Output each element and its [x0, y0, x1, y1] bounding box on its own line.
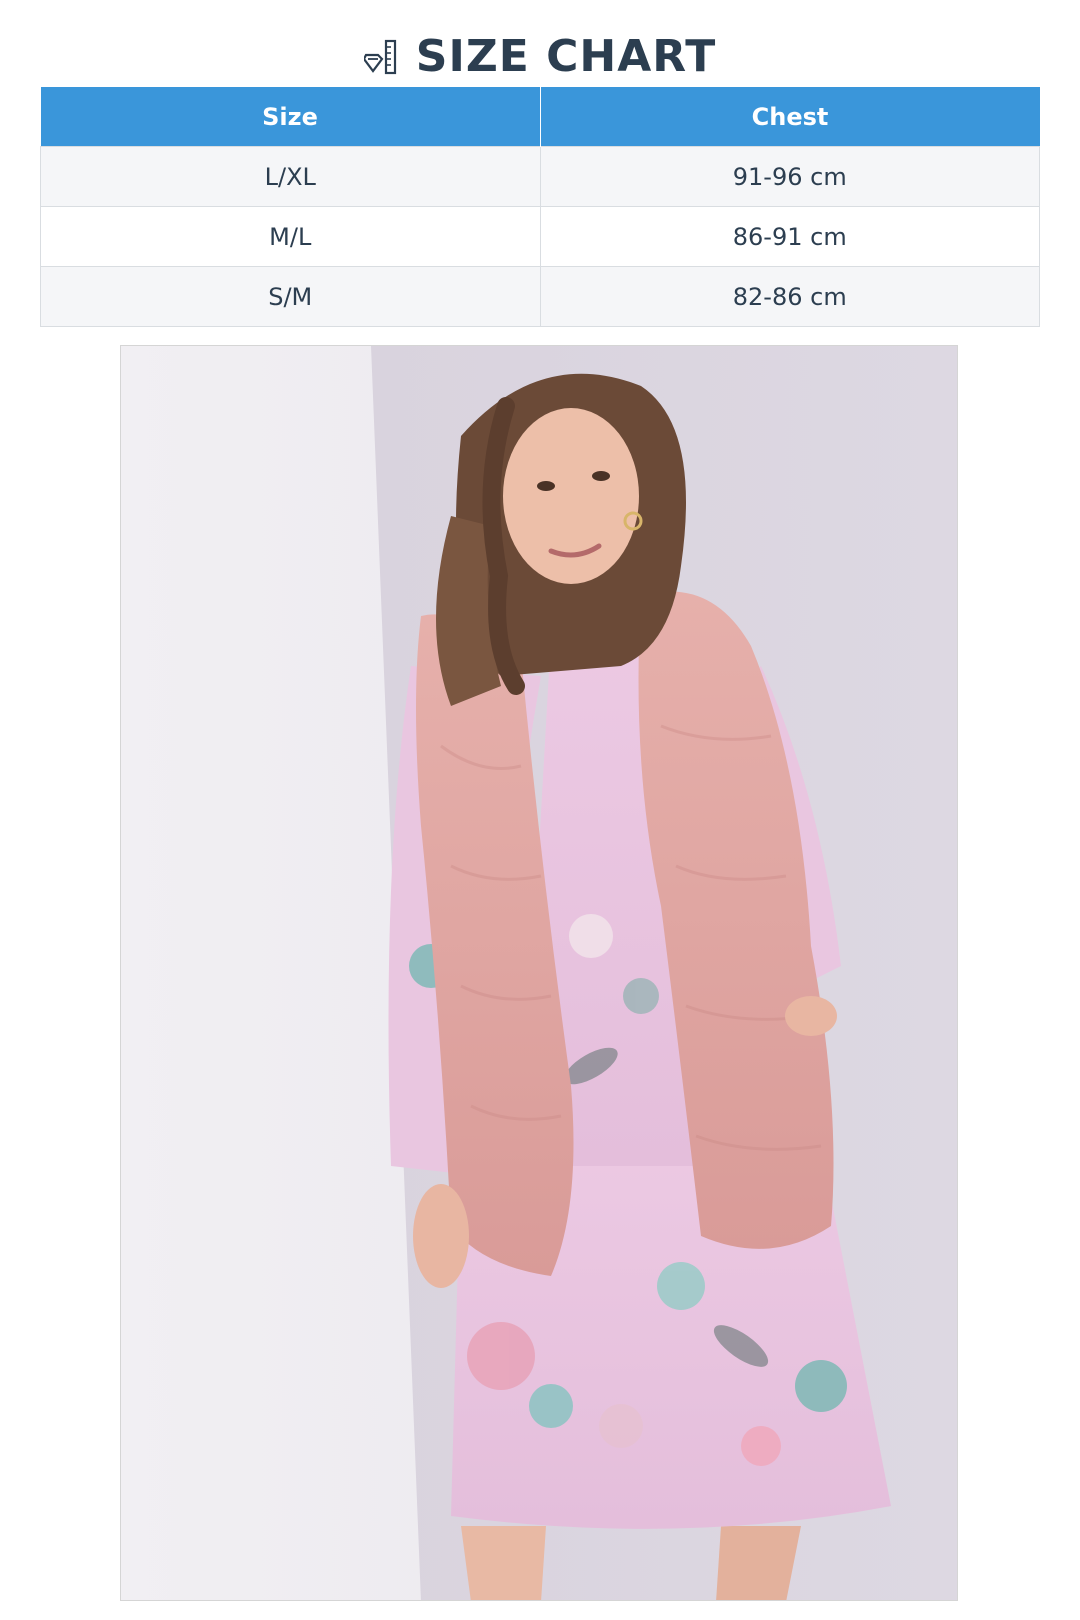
- size-cell: S/M: [40, 266, 541, 327]
- table-header-row: Size Chest: [40, 87, 1040, 147]
- column-header-chest: Chest: [540, 87, 1040, 147]
- size-cell: L/XL: [40, 146, 541, 207]
- leg: [716, 1526, 801, 1600]
- chest-cell: 91-96 cm: [539, 146, 1040, 207]
- size-cell: M/L: [40, 206, 541, 267]
- column-header-size: Size: [40, 87, 541, 147]
- size-chart-table: Size Chest L/XL 91-96 cm M/L 86-91 cm S/…: [40, 87, 1040, 327]
- face: [503, 408, 639, 584]
- page-title: SIZE CHART: [415, 31, 717, 82]
- ruler-icon: [363, 39, 396, 75]
- model-illustration: [121, 346, 957, 1600]
- chest-cell: 82-86 cm: [539, 266, 1040, 327]
- leg: [461, 1526, 546, 1600]
- product-photo: [120, 345, 958, 1601]
- table-row: S/M 82-86 cm: [40, 266, 1040, 327]
- hand-left: [413, 1184, 469, 1288]
- hand-right: [785, 996, 837, 1036]
- chest-cell: 86-91 cm: [539, 206, 1040, 267]
- size-chart-title: SIZE CHART: [0, 24, 1080, 90]
- table-row: L/XL 91-96 cm: [40, 146, 1040, 207]
- table-row: M/L 86-91 cm: [40, 206, 1040, 267]
